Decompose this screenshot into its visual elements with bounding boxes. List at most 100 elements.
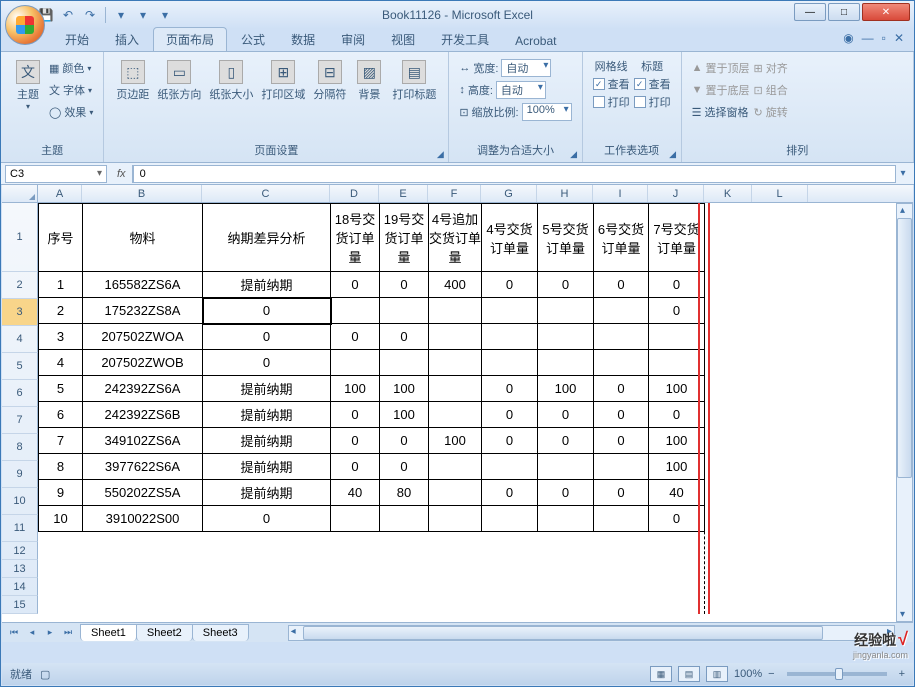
sheet-tab-1[interactable]: Sheet1 <box>80 624 137 641</box>
effects-button[interactable]: ◯效果▾ <box>49 102 93 122</box>
cell[interactable]: 提前纳期 <box>203 480 331 506</box>
send-back-button[interactable]: ▼置于底层 <box>692 80 750 100</box>
cell[interactable]: 3910022S00 <box>83 506 203 532</box>
cell[interactable]: 6 <box>39 402 83 428</box>
pagesetup-dialog-icon[interactable]: ◢ <box>434 148 446 160</box>
col-header-E[interactable]: E <box>379 185 428 202</box>
qat-custom-2-icon[interactable]: ▾ <box>134 6 152 24</box>
horizontal-scrollbar[interactable] <box>288 625 895 641</box>
minimize-button[interactable]: — <box>794 3 826 21</box>
cell[interactable]: 400 <box>429 272 482 298</box>
row-header-1[interactable]: 1 <box>2 203 38 272</box>
tab-formulas[interactable]: 公式 <box>229 28 277 51</box>
qat-custom-1-icon[interactable]: ▾ <box>112 6 130 24</box>
cell[interactable] <box>538 324 594 350</box>
formula-expand-icon[interactable]: ▾ <box>896 165 910 183</box>
cell[interactable] <box>594 454 649 480</box>
cell[interactable] <box>538 506 594 532</box>
tab-data[interactable]: 数据 <box>279 28 327 51</box>
restore-workbook-icon[interactable]: ▫ <box>882 31 886 45</box>
tab-view[interactable]: 视图 <box>379 28 427 51</box>
vertical-scrollbar[interactable] <box>896 203 913 622</box>
cell[interactable]: 0 <box>331 428 380 454</box>
formula-input[interactable]: 0 <box>133 165 896 183</box>
cell[interactable]: 7 <box>39 428 83 454</box>
cell[interactable]: 提前纳期 <box>203 376 331 402</box>
breaks-button[interactable]: ⊟分隔符 <box>311 58 348 104</box>
scale-dialog-icon[interactable]: ◢ <box>568 148 580 160</box>
cell[interactable]: 242392ZS6B <box>83 402 203 428</box>
row-header-9[interactable]: 9 <box>2 461 38 488</box>
cell[interactable]: 0 <box>594 272 649 298</box>
col-header-A[interactable]: A <box>38 185 82 202</box>
cell[interactable]: 100 <box>380 376 429 402</box>
width-combo[interactable]: 自动 <box>501 59 551 77</box>
pagebreak-view-button[interactable]: ▥ <box>706 666 728 682</box>
col-header-B[interactable]: B <box>82 185 202 202</box>
cell[interactable]: 165582ZS6A <box>83 272 203 298</box>
row-header-5[interactable]: 5 <box>2 353 38 380</box>
cell[interactable]: 0 <box>380 324 429 350</box>
table-header[interactable]: 5号交货订单量 <box>538 204 594 272</box>
group-button[interactable]: ⊡组合 <box>754 80 788 100</box>
zoom-in-button[interactable]: + <box>899 668 905 680</box>
row-header-12[interactable]: 12 <box>2 542 38 560</box>
print-area-button[interactable]: ⊞打印区域 <box>259 58 307 104</box>
pagelayout-view-button[interactable]: ▤ <box>678 666 700 682</box>
fx-button[interactable]: fx <box>111 165 133 183</box>
table-header[interactable]: 物料 <box>83 204 203 272</box>
height-combo[interactable]: 自动 <box>496 81 546 99</box>
background-button[interactable]: ▨背景 <box>352 58 386 104</box>
cell[interactable]: 0 <box>594 480 649 506</box>
table-header[interactable]: 纳期差异分析 <box>203 204 331 272</box>
col-header-C[interactable]: C <box>202 185 330 202</box>
cell[interactable]: 207502ZWOA <box>83 324 203 350</box>
cell[interactable] <box>429 480 482 506</box>
cell[interactable]: 0 <box>331 324 380 350</box>
cell[interactable]: 0 <box>482 272 538 298</box>
table-header[interactable]: 6号交货订单量 <box>594 204 649 272</box>
cell[interactable] <box>429 402 482 428</box>
cell[interactable]: 0 <box>538 428 594 454</box>
maximize-button[interactable]: □ <box>828 3 860 21</box>
cell[interactable]: 0 <box>331 454 380 480</box>
cell[interactable]: 1 <box>39 272 83 298</box>
cell[interactable] <box>482 324 538 350</box>
cell[interactable] <box>331 506 380 532</box>
cell[interactable]: 提前纳期 <box>203 272 331 298</box>
sheet-nav-prev-icon[interactable]: ◂ <box>24 625 40 641</box>
align-button[interactable]: ⊞对齐 <box>754 58 788 78</box>
cell[interactable] <box>538 298 594 324</box>
tab-acrobat[interactable]: Acrobat <box>503 31 568 51</box>
gridlines-view-check[interactable]: ✓查看 <box>593 76 630 92</box>
redo-icon[interactable]: ↷ <box>81 6 99 24</box>
name-box[interactable]: C3 <box>5 165 107 183</box>
cell[interactable] <box>538 350 594 376</box>
cell[interactable]: 349102ZS6A <box>83 428 203 454</box>
row-header-7[interactable]: 7 <box>2 407 38 434</box>
cell[interactable]: 0 <box>482 376 538 402</box>
minimize-ribbon-icon[interactable]: — <box>862 31 874 45</box>
cell[interactable] <box>380 298 429 324</box>
cell[interactable]: 0 <box>649 298 705 324</box>
gridlines-print-check[interactable]: 打印 <box>593 94 630 110</box>
cell[interactable]: 0 <box>203 350 331 376</box>
cell[interactable]: 0 <box>649 506 705 532</box>
margins-button[interactable]: ⬚页边距 <box>114 58 151 104</box>
cell[interactable]: 0 <box>482 402 538 428</box>
cell[interactable]: 2 <box>39 298 83 324</box>
tab-developer[interactable]: 开发工具 <box>429 28 501 51</box>
cell[interactable] <box>482 454 538 480</box>
cell[interactable]: 0 <box>380 428 429 454</box>
cell[interactable] <box>649 324 705 350</box>
cell[interactable]: 0 <box>380 454 429 480</box>
cell[interactable] <box>380 506 429 532</box>
cell[interactable]: 0 <box>380 272 429 298</box>
sheet-nav-first-icon[interactable]: ⏮ <box>6 625 22 641</box>
cell[interactable] <box>538 454 594 480</box>
cell[interactable]: 100 <box>649 454 705 480</box>
col-header-H[interactable]: H <box>537 185 593 202</box>
orientation-button[interactable]: ▭纸张方向 <box>155 58 203 104</box>
cell[interactable] <box>331 298 380 324</box>
colors-button[interactable]: ▦颜色▾ <box>49 58 93 78</box>
